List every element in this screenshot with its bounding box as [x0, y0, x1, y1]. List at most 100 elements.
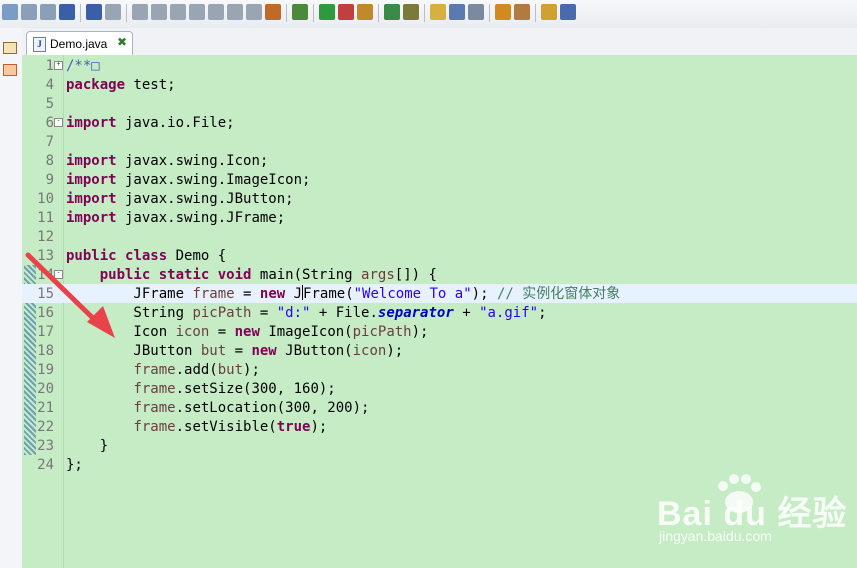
line-number: 17 [37, 324, 54, 340]
code-line[interactable]: 10 import javax.swing.JButton; [22, 189, 857, 208]
suspend-icon[interactable] [132, 4, 148, 20]
next-annotation-icon[interactable] [495, 4, 511, 20]
code-line[interactable]: 16 String picPath = "d:" + File.separato… [22, 303, 857, 322]
new-class-icon[interactable] [384, 4, 400, 20]
step-over-icon[interactable] [208, 4, 224, 20]
code-text: frame.setLocation(300, 200); [66, 399, 369, 417]
line-number: 24 [37, 457, 54, 473]
use-step-filters-icon[interactable] [265, 4, 281, 20]
code-text: public static void main(String args[]) { [66, 266, 437, 284]
toolbar-separator [286, 4, 287, 22]
code-line[interactable]: 8 import javax.swing.Icon; [22, 151, 857, 170]
token-kw: import [66, 115, 117, 131]
token: javax.swing.ImageIcon; [116, 172, 311, 188]
code-line[interactable]: 13 public class Demo { [22, 246, 857, 265]
save-icon[interactable] [21, 4, 37, 20]
close-icon[interactable]: ✖ [117, 35, 127, 49]
new-icon[interactable] [2, 4, 18, 20]
outline-icon[interactable] [3, 64, 17, 76]
token-var: frame [133, 362, 176, 378]
code-line[interactable]: 7 [22, 132, 857, 151]
code-line[interactable]: 6- import java.io.File; [22, 113, 857, 132]
code-line[interactable]: 20 frame.setSize(300, 160); [22, 379, 857, 398]
fold-expand-icon[interactable]: + [54, 61, 63, 70]
code-line[interactable]: 21 frame.setLocation(300, 200); [22, 398, 857, 417]
resume-icon[interactable] [105, 4, 121, 20]
debug-icon[interactable] [292, 4, 308, 20]
code-line[interactable]: 12 [22, 227, 857, 246]
token: ); [386, 343, 404, 359]
show-whitespace-icon[interactable] [449, 4, 465, 20]
code-line[interactable]: 14- public static void main(String args[… [22, 265, 857, 284]
step-into-icon[interactable] [189, 4, 205, 20]
token: []) { [394, 267, 437, 283]
token: .add( [175, 362, 218, 378]
code-text: }; [66, 456, 83, 474]
token: ); [243, 362, 260, 378]
code-text: public class Demo { [66, 247, 226, 265]
code-line[interactable]: 19 frame.add(but); [22, 360, 857, 379]
toggle-mark-occurrences-icon[interactable] [430, 4, 446, 20]
step-return-icon[interactable] [227, 4, 243, 20]
code-line[interactable]: 1 +/**□ [22, 56, 857, 75]
code-text: } [66, 437, 108, 455]
code-line[interactable]: 22 frame.setVisible(true); [22, 417, 857, 436]
toolbar-separator [378, 4, 379, 22]
token: main(String [251, 267, 362, 283]
print-icon[interactable] [59, 4, 75, 20]
token-var: frame [133, 381, 176, 397]
prev-annotation-icon[interactable] [514, 4, 530, 20]
token: Frame( [303, 286, 354, 302]
fold-collapse-icon[interactable]: - [54, 270, 63, 279]
token-var: picPath [192, 305, 252, 321]
line-number: 21 [37, 400, 54, 416]
code-text: frame.add(but); [66, 361, 260, 379]
tab-demo-java[interactable]: J Demo.java ✖ [26, 31, 133, 55]
token-var: icon [352, 343, 387, 359]
code-line[interactable]: 23 } [22, 436, 857, 455]
skip-breakpoints-icon[interactable] [86, 4, 102, 20]
fold-collapse-icon[interactable]: - [54, 118, 63, 127]
disconnect-icon[interactable] [170, 4, 186, 20]
terminate-icon[interactable] [151, 4, 167, 20]
drop-to-frame-icon[interactable] [246, 4, 262, 20]
editor-tab-bar: J Demo.java ✖ [22, 28, 857, 56]
token-kw: package [66, 77, 126, 93]
line-number: 20 [37, 381, 54, 397]
current-code-line[interactable]: 15 JFrame frame = new JFrame("Welcome To… [22, 284, 857, 303]
token: String [66, 305, 193, 321]
token: } [66, 438, 109, 454]
search-icon[interactable] [403, 4, 419, 20]
code-line[interactable]: 18 JButton but = new JButton(icon); [22, 341, 857, 360]
main-toolbar [0, 0, 857, 29]
toolbar-separator [126, 4, 127, 22]
block-selection-icon[interactable] [468, 4, 484, 20]
code-line[interactable]: 11 import javax.swing.JFrame; [22, 208, 857, 227]
token: ); [411, 324, 429, 340]
run-icon[interactable] [319, 4, 335, 20]
token-kw: new [251, 343, 277, 359]
token: = [251, 305, 277, 321]
forward-icon[interactable] [560, 4, 576, 20]
new-package-icon[interactable] [357, 4, 373, 20]
token-str: "Welcome To a" [353, 286, 472, 302]
left-trim-stack [0, 28, 23, 568]
token: ); [471, 286, 497, 302]
code-line[interactable]: 9 import javax.swing.ImageIcon; [22, 170, 857, 189]
token-kw: void [217, 267, 252, 283]
code-line[interactable]: 17 Icon icon = new ImageIcon(picPath); [22, 322, 857, 341]
external-tools-icon[interactable] [338, 4, 354, 20]
token: javax.swing.Icon; [116, 153, 269, 169]
save-all-icon[interactable] [40, 4, 56, 20]
back-icon[interactable] [541, 4, 557, 20]
code-line[interactable]: 5 [22, 94, 857, 113]
token: + [453, 305, 480, 321]
code-line[interactable]: 4 package test; [22, 75, 857, 94]
token-kw: new [259, 286, 286, 302]
package-explorer-icon[interactable] [3, 42, 17, 54]
token-kw: import [66, 172, 117, 188]
